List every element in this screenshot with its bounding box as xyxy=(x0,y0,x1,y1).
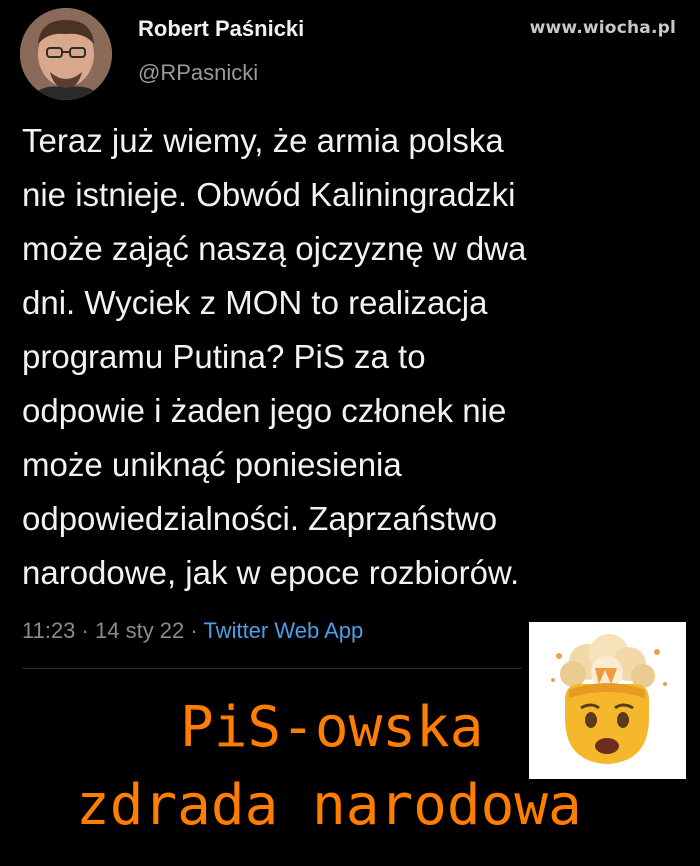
meta-separator: · xyxy=(81,618,89,643)
tweet-text-line: odpowiedzialności. Zaprzaństwo xyxy=(22,500,498,537)
tweet-source-link[interactable]: Twitter Web App xyxy=(203,618,363,643)
tweet-time[interactable]: 11:23 xyxy=(22,618,75,643)
caption-line-2: zdrada narodowa xyxy=(76,773,582,838)
emoji-box xyxy=(529,622,686,779)
tweet-text-line: może zająć naszą ojczyznę w dwa xyxy=(22,230,527,267)
tweet-date[interactable]: 14 sty 22 xyxy=(95,618,184,643)
watermark: www.wiocha.pl xyxy=(529,18,676,38)
tweet-text-line: Teraz już wiemy, że armia polska xyxy=(22,122,504,159)
author-name[interactable]: Robert Paśnicki xyxy=(138,16,304,42)
tweet-text-line: narodowe, jak w epoce rozbiorów. xyxy=(22,554,520,591)
exploding-head-icon xyxy=(551,634,667,764)
caption-line-1: PiS-owska xyxy=(180,695,484,760)
tweet-text-line: dni. Wyciek z MON to realizacja xyxy=(22,284,488,321)
tweet-text-line: może uniknąć poniesienia xyxy=(22,446,402,483)
profile-photo-icon xyxy=(20,8,112,100)
divider xyxy=(22,668,522,669)
avatar[interactable] xyxy=(20,8,112,100)
tweet-text: Teraz już wiemy, że armia polska nie ist… xyxy=(22,114,682,600)
tweet-text-line: odpowie i żaden jego członek nie xyxy=(22,392,507,429)
tweet-text-line: programu Putina? PiS za to xyxy=(22,338,426,375)
tweet-meta: 11:23 · 14 sty 22 · Twitter Web App xyxy=(22,618,363,644)
meta-separator: · xyxy=(190,618,198,643)
author-handle[interactable]: @RPasnicki xyxy=(138,60,258,86)
tweet-text-line: nie istnieje. Obwód Kaliningradzki xyxy=(22,176,516,213)
